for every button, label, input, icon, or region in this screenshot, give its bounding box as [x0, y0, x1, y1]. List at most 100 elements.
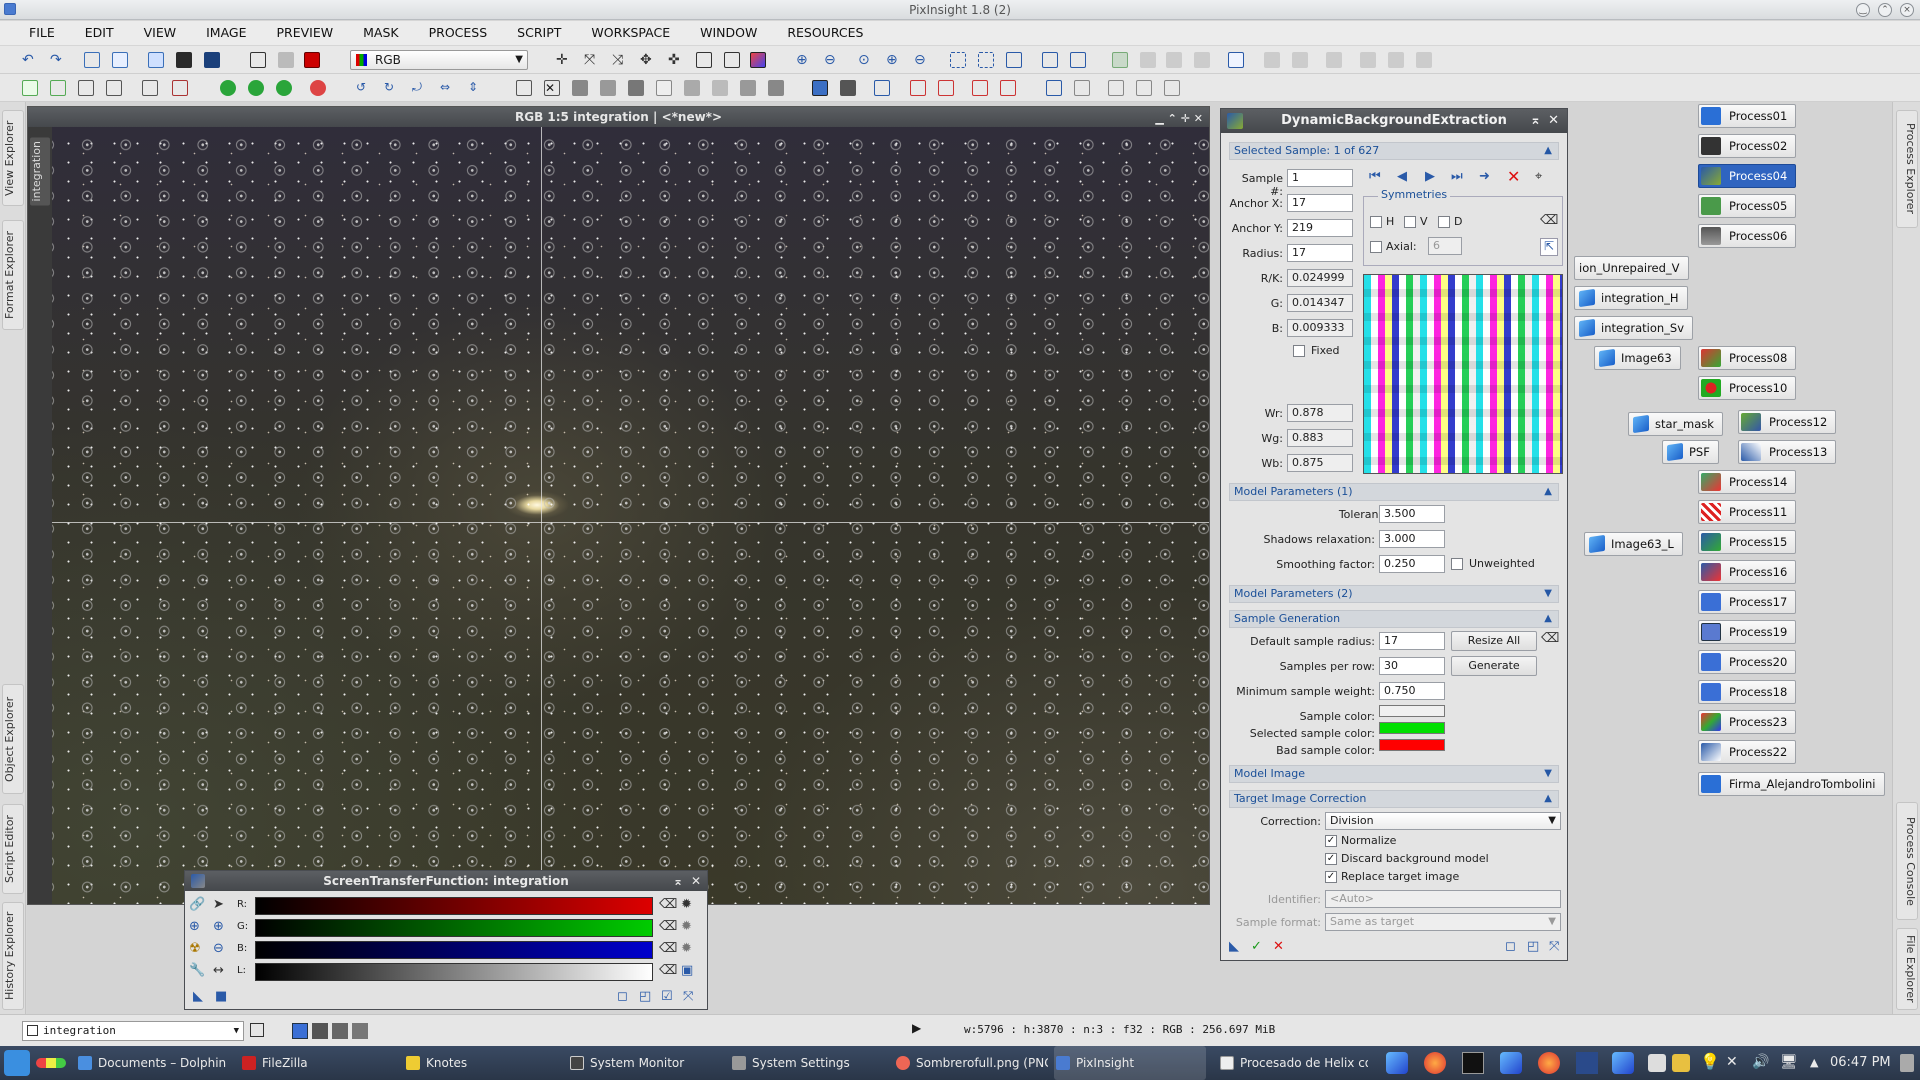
anchor-y-field[interactable]: 219 — [1287, 219, 1353, 237]
network-icon[interactable]: 🖥 — [1780, 1054, 1798, 1070]
tab-process-console[interactable]: Process Console — [1896, 802, 1918, 920]
minimize-icon[interactable]: ‿ — [1856, 3, 1870, 17]
stf-titlebar[interactable]: ScreenTransferFunction: integration ⌅ ✕ — [185, 871, 707, 891]
symmetry-v-checkbox[interactable] — [1404, 216, 1416, 228]
task-firefox-sombrero[interactable]: Sombrerofull.png (PNG — [894, 1046, 1048, 1080]
menu-file[interactable]: FILE — [14, 21, 70, 45]
volume-icon[interactable]: 🔊 — [1752, 1054, 1769, 1070]
grid4-icon[interactable] — [106, 80, 122, 96]
tolerance-field[interactable]: 3.500 — [1379, 505, 1445, 523]
image-view-tab[interactable]: integration — [30, 137, 50, 206]
zoom-fit-icon[interactable]: ⊙ — [858, 52, 874, 68]
green3-icon[interactable] — [276, 80, 292, 96]
menu-preview[interactable]: PREVIEW — [262, 21, 349, 45]
section-target-correction[interactable]: Target Image Correction ▲ — [1229, 790, 1559, 808]
radiation-icon[interactable]: ☢ — [189, 941, 201, 956]
image-icon-psf[interactable]: PSF — [1662, 440, 1719, 464]
grid2-icon[interactable] — [50, 80, 66, 96]
smoothing-factor-field[interactable]: 0.250 — [1379, 555, 1445, 573]
preview2-icon[interactable] — [978, 52, 994, 68]
clock[interactable]: 06:47 PM — [1830, 1055, 1891, 1070]
task-knotes[interactable]: Knotes — [404, 1046, 544, 1080]
identifier-field[interactable]: <Auto> — [1325, 890, 1561, 908]
crosshair-icon[interactable]: ⌖ — [1535, 169, 1542, 184]
last-sample-icon[interactable]: ⏭ — [1451, 169, 1463, 184]
browse-icon[interactable]: ◰ — [1527, 939, 1539, 954]
launcher-terminal-icon[interactable] — [1462, 1052, 1484, 1074]
auto-g-icon[interactable]: ✹ — [681, 919, 692, 934]
tray-folder-icon[interactable] — [1672, 1054, 1690, 1072]
start-menu-icon[interactable] — [4, 1050, 30, 1076]
stf-green-bar[interactable] — [255, 919, 653, 937]
red-icon[interactable] — [310, 80, 326, 96]
show-desktop-icon[interactable] — [1900, 1054, 1914, 1072]
tray-bulb-icon[interactable]: 💡 — [1700, 1052, 1720, 1071]
wrench-icon[interactable]: 🔧 — [189, 963, 205, 978]
section-model-image[interactable]: Model Image ▼ — [1229, 765, 1559, 783]
mask4-icon[interactable] — [628, 80, 644, 96]
reset-b-icon[interactable]: ⌫ — [659, 941, 677, 956]
task-helix[interactable]: Procesado de Helix co — [1218, 1046, 1368, 1080]
prev-sample-icon[interactable]: ◀ — [1397, 169, 1407, 184]
process-icon-process08[interactable]: Process08 — [1698, 346, 1797, 370]
sample-format-select[interactable]: Same as target ▼ — [1325, 913, 1561, 931]
process2-icon[interactable] — [1140, 52, 1156, 68]
open-image-icon[interactable] — [112, 52, 128, 68]
launcher-pixinsight3-icon[interactable] — [1612, 1052, 1634, 1074]
tab-view-explorer[interactable]: View Explorer — [2, 110, 24, 206]
samples-per-row-field[interactable]: 30 — [1379, 657, 1445, 675]
image-icon-integration-h[interactable]: integration_H — [1574, 286, 1688, 310]
display-icon[interactable] — [750, 52, 766, 68]
auto-r-icon[interactable]: ✹ — [681, 897, 692, 912]
monitor-icon[interactable]: ▣ — [681, 963, 693, 978]
layout4-icon[interactable] — [1136, 80, 1152, 96]
expand-all-icon[interactable]: ⤧ — [1549, 939, 1559, 954]
apply-icon[interactable]: ✓ — [1251, 939, 1262, 954]
section-selected-sample[interactable]: Selected Sample: 1 of 627 ▲ — [1229, 142, 1559, 160]
grid-icon[interactable] — [22, 80, 38, 96]
stf-close-icon[interactable]: ✕ — [691, 871, 701, 891]
rotate2-icon[interactable]: ↻ — [384, 80, 400, 96]
image-window[interactable]: RGB 1:5 integration | <*new*> ▁ ⌃ ✛ ✕ in… — [27, 106, 1210, 905]
stf4-icon[interactable] — [972, 80, 988, 96]
discard-model-checkbox[interactable]: ✓ — [1325, 853, 1337, 865]
process-icon-process04[interactable]: Process04 — [1698, 164, 1797, 188]
delete-sample-icon[interactable]: ✕ — [1507, 167, 1520, 186]
view-toggle-icon[interactable] — [250, 1023, 264, 1037]
section-sample-generation[interactable]: Sample Generation ▲ — [1229, 610, 1559, 628]
channel-rgb-icon[interactable] — [292, 1023, 308, 1039]
min-sample-weight-field[interactable]: 0.750 — [1379, 682, 1445, 700]
clear-symmetry-icon[interactable]: ⌫ — [1540, 213, 1558, 228]
launcher-firefox-icon[interactable] — [1424, 1052, 1446, 1074]
layout-icon[interactable] — [1046, 80, 1062, 96]
track-view-icon[interactable]: ☑ — [661, 989, 673, 1004]
symmetry-d-checkbox[interactable] — [1438, 216, 1450, 228]
tool6-icon[interactable] — [1416, 52, 1432, 68]
resize-all-button[interactable]: Resize All — [1451, 631, 1537, 651]
next-sample-icon[interactable]: ▶ — [1425, 169, 1435, 184]
image-rgb-icon[interactable] — [204, 52, 220, 68]
reset-g-icon[interactable]: ⌫ — [659, 919, 677, 934]
bad-sample-color-swatch[interactable] — [1379, 739, 1445, 751]
process-icon-process02[interactable]: Process02 — [1698, 134, 1797, 158]
image-icon-image63-l[interactable]: Image63_L — [1584, 532, 1683, 556]
move-icon[interactable]: ✛ — [556, 52, 572, 68]
new-instance-icon[interactable]: ◣ — [1229, 939, 1239, 954]
green-icon[interactable] — [220, 80, 236, 96]
image-icon-integration-sv[interactable]: integration_Sv — [1574, 316, 1694, 340]
menu-mask[interactable]: MASK — [348, 21, 413, 45]
fixed-checkbox[interactable] — [1293, 345, 1305, 357]
process-icon-process17[interactable]: Process17 — [1698, 590, 1797, 614]
pointer-icon[interactable]: ➤ — [213, 897, 224, 912]
process-icon-process20[interactable]: Process20 — [1698, 650, 1797, 674]
crop-icon[interactable] — [278, 52, 294, 68]
shade-icon[interactable]: ⌅ — [1530, 109, 1541, 133]
process3-icon[interactable] — [1166, 52, 1182, 68]
image-window-controls[interactable]: ▁ ⌃ ✛ ✕ — [1155, 109, 1203, 129]
tab-script-editor[interactable]: Script Editor — [2, 804, 24, 894]
grid6-icon[interactable] — [172, 80, 188, 96]
browse-icon[interactable]: ◰ — [639, 989, 651, 1004]
layout3-icon[interactable] — [1108, 80, 1124, 96]
zoom-out-icon[interactable]: ⊖ — [213, 941, 224, 956]
dbe-titlebar[interactable]: DynamicBackgroundExtraction ⌅ ✕ — [1221, 109, 1567, 133]
